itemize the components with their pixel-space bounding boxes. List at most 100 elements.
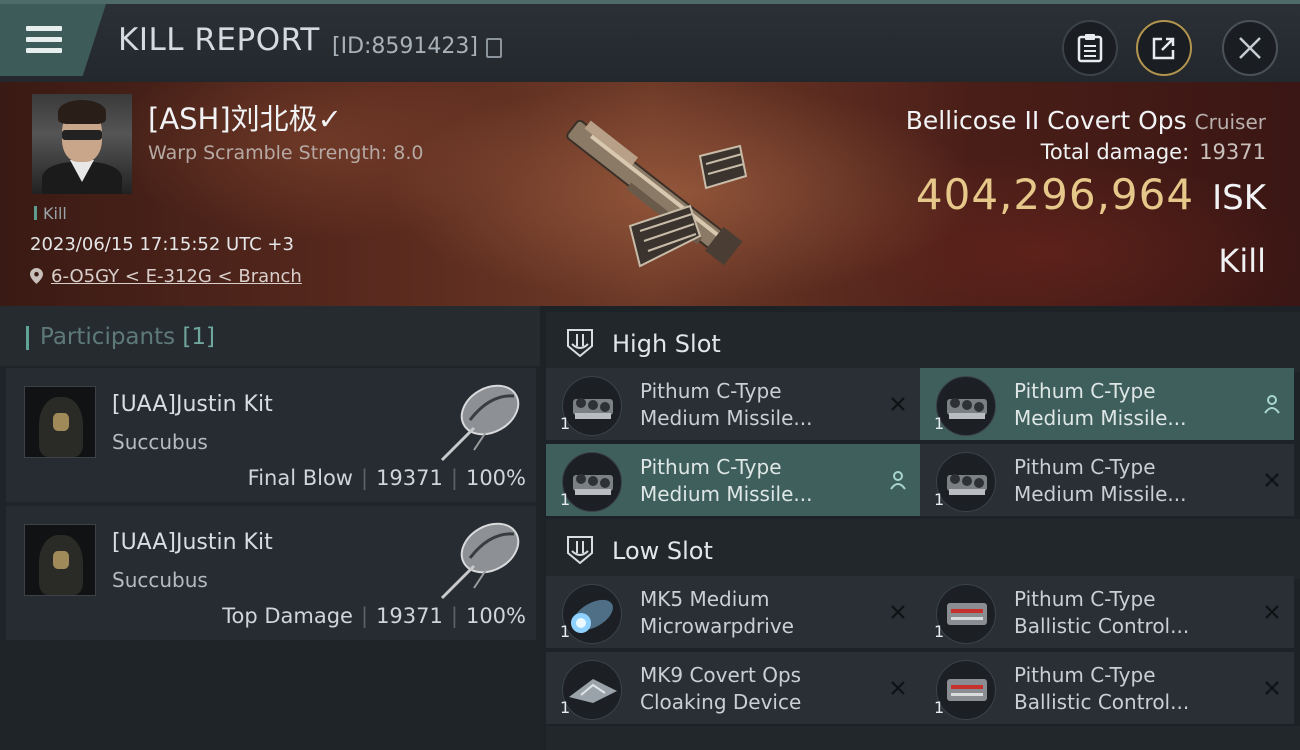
header-bar: KILL REPORT [ID:8591423]: [0, 0, 1300, 82]
warp-scramble-strength: Warp Scramble Strength: 8.0: [148, 142, 424, 164]
cloaking-device-icon: [562, 660, 622, 720]
missile-launcher-icon: [562, 376, 622, 436]
clipboard-icon: [1077, 34, 1103, 63]
hamburger-menu-icon: [26, 26, 62, 54]
ballistic-control-icon: [936, 584, 996, 644]
victim-avatar[interactable]: [32, 94, 132, 194]
participants-title: Participants [1]: [40, 324, 215, 350]
module-name-line2: Medium Missile...: [640, 406, 813, 430]
module-quantity: 1: [560, 414, 571, 433]
victim-ship-name[interactable]: Bellicose II Covert Ops Cruiser: [906, 106, 1266, 135]
participant-avatar: [24, 386, 96, 458]
module-item[interactable]: 1 Pithum C-Type Ballistic Control...: [920, 652, 1294, 724]
participants-header: Participants [1]: [0, 306, 540, 366]
clipboard-button[interactable]: [1062, 20, 1118, 76]
participant-ship: Succubus: [112, 568, 208, 592]
location-link[interactable]: 6-O5GY < E-312G < Branch: [51, 266, 302, 287]
module-item[interactable]: 1 Pithum C-Type Medium Missile...: [546, 444, 920, 516]
participant-row[interactable]: [UAA]Justin Kit Succubus Final Blow | 1937…: [6, 368, 536, 502]
module-name-line2: Medium Missile...: [1014, 482, 1187, 506]
participant-role: Final Blow: [247, 466, 353, 490]
module-item[interactable]: 1 MK9 Covert Ops Cloaking Device: [546, 652, 920, 724]
participant-ship-image: [440, 384, 520, 462]
isk-amount: 404,296,964: [915, 170, 1195, 219]
fitting-panel: High Slot 1 Pithum C-Type Medium Missile.…: [540, 306, 1300, 750]
destroyed-icon: [1262, 678, 1282, 698]
missile-launcher-icon: [936, 452, 996, 512]
participant-damage: 19371: [376, 604, 443, 628]
copy-icon[interactable]: [486, 38, 502, 58]
isk-value: 404,296,964 ISK: [916, 170, 1266, 219]
ship-class-label: Cruiser: [1194, 110, 1266, 134]
low-slot-title: Low Slot: [612, 537, 713, 565]
high-slot-header: High Slot: [546, 312, 1300, 372]
module-name-line2: Ballistic Control...: [1014, 690, 1190, 714]
module-name-line2: Medium Missile...: [1014, 406, 1187, 430]
module-name: MK5 Medium Microwarpdrive: [640, 586, 870, 640]
module-item[interactable]: 1 Pithum C-Type Ballistic Control...: [920, 576, 1294, 648]
module-quantity: 1: [934, 698, 945, 717]
participant-stats: Top Damage | 19371 | 100%: [222, 604, 526, 628]
close-button[interactable]: [1222, 20, 1278, 76]
missile-launcher-icon: [562, 452, 622, 512]
low-slot-icon: [567, 536, 593, 565]
share-icon: [1152, 37, 1175, 60]
module-quantity: 1: [934, 490, 945, 509]
participant-percent: 100%: [465, 604, 526, 628]
participants-count: [1]: [182, 324, 216, 350]
kill-report-screen: KILL REPORT [ID:8591423] [ASH]刘北极✓ Warp …: [0, 0, 1300, 750]
module-name: Pithum C-Type Medium Missile...: [1014, 454, 1244, 508]
kill-tag: Kill: [34, 204, 67, 223]
module-quantity: 1: [934, 622, 945, 641]
victim-name[interactable]: [ASH]刘北极✓: [148, 96, 342, 138]
module-name-line1: Pithum C-Type: [640, 455, 782, 479]
kill-datetime: 2023/06/15 17:15:52 UTC +3: [30, 234, 294, 255]
participant-stats: Final Blow | 19371 | 100%: [247, 466, 526, 490]
module-item[interactable]: 1 MK5 Medium Microwarpdrive: [546, 576, 920, 648]
destroyed-icon: [1262, 602, 1282, 622]
high-slot-icon: [567, 329, 593, 358]
module-name-line1: Pithum C-Type: [1014, 379, 1156, 403]
module-name: Pithum C-Type Medium Missile...: [640, 454, 870, 508]
module-item[interactable]: 1 Pithum C-Type Medium Missile...: [546, 368, 920, 440]
participant-damage: 19371: [376, 466, 443, 490]
module-name: Pithum C-Type Medium Missile...: [1014, 378, 1244, 432]
total-damage-value: 19371: [1199, 140, 1266, 164]
module-name-line1: Pithum C-Type: [1014, 587, 1156, 611]
ship-name-label: Bellicose II Covert Ops: [905, 106, 1187, 135]
low-slot-header: Low Slot: [546, 519, 1300, 579]
next-slot-header-partial: [546, 726, 1300, 750]
isk-currency: ISK: [1212, 178, 1266, 218]
module-name-line1: MK9 Covert Ops: [640, 663, 802, 687]
module-name-line2: Medium Missile...: [640, 482, 813, 506]
close-icon: [1239, 37, 1261, 59]
participant-role: Top Damage: [222, 604, 353, 628]
high-slot-title: High Slot: [612, 330, 721, 358]
module-quantity: 1: [560, 698, 571, 717]
module-item[interactable]: 1 Pithum C-Type Medium Missile...: [920, 444, 1294, 516]
participant-row[interactable]: [UAA]Justin Kit Succubus Top Damage | 1937…: [6, 506, 536, 640]
microwarpdrive-icon: [562, 584, 622, 644]
module-name-line1: Pithum C-Type: [640, 379, 782, 403]
participant-percent: 100%: [465, 466, 526, 490]
participants-title-label: Participants: [40, 324, 176, 350]
share-button[interactable]: [1136, 20, 1192, 76]
total-damage-label: Total damage:: [1040, 140, 1190, 164]
victim-ship-image: [566, 119, 748, 268]
module-name: Pithum C-Type Ballistic Control...: [1014, 586, 1244, 640]
module-name-line1: Pithum C-Type: [1014, 455, 1156, 479]
victim-summary-panel: [ASH]刘北极✓ Warp Scramble Strength: 8.0 Ki…: [0, 82, 1300, 306]
participant-avatar: [24, 524, 96, 596]
menu-button[interactable]: [0, 4, 106, 76]
participant-ship: Succubus: [112, 430, 208, 454]
participant-ship-image: [440, 522, 520, 600]
kill-result-label: Kill: [1218, 242, 1266, 280]
module-name: Pithum C-Type Medium Missile...: [640, 378, 870, 432]
dropped-user-icon: [1262, 394, 1282, 414]
module-name-line1: MK5 Medium: [640, 587, 770, 611]
module-item[interactable]: 1 Pithum C-Type Medium Missile...: [920, 368, 1294, 440]
participants-panel: Participants [1] [UAA]Justin Kit Succubu…: [0, 306, 540, 750]
kill-tag-label: Kill: [43, 204, 67, 223]
kill-location[interactable]: 6-O5GY < E-312G < Branch: [30, 266, 302, 287]
module-quantity: 1: [934, 414, 945, 433]
